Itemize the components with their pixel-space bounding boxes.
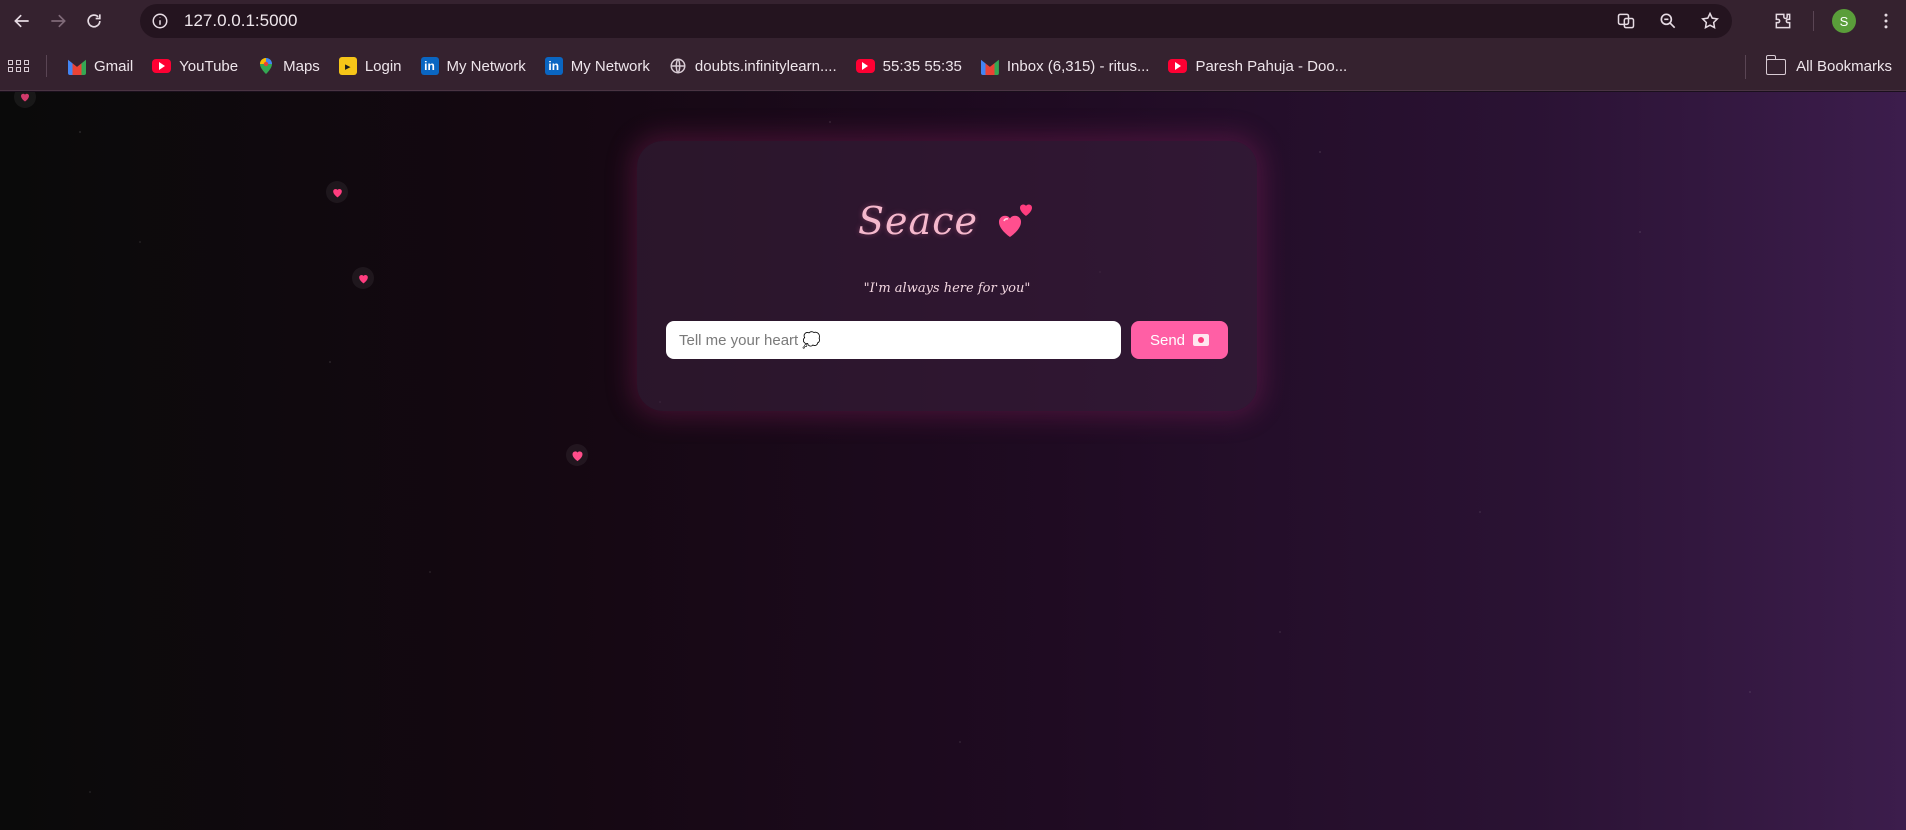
send-button[interactable]: Send (1131, 321, 1228, 359)
login-icon: ▸ (338, 57, 357, 75)
reload-button[interactable] (80, 7, 108, 35)
app-title: Seace (858, 199, 978, 243)
folder-icon (1765, 54, 1787, 75)
bookmark-label: My Network (570, 57, 650, 75)
bookmark-label: doubts.infinitylearn.... (694, 57, 837, 75)
bookmark-label: Maps (283, 57, 320, 75)
floating-heart-icon (352, 267, 374, 289)
bookmark-inbox[interactable]: Inbox (6,315) - ritus... (974, 51, 1157, 81)
bookmark-label: Inbox (6,315) - ritus... (1006, 57, 1150, 75)
bookmark-star-icon[interactable] (1698, 9, 1722, 33)
gmail-icon (980, 59, 999, 75)
youtube-icon (152, 59, 172, 73)
bookmark-label: YouTube (179, 57, 239, 75)
floating-heart-icon (566, 444, 588, 466)
send-label: Send (1149, 331, 1186, 349)
menu-kebab-icon[interactable] (1874, 9, 1898, 33)
apps-grid-icon[interactable] (8, 55, 30, 77)
bookmark-maps[interactable]: Maps (250, 51, 327, 81)
browser-toolbar: 127.0.0.1:5000 S (0, 0, 1906, 42)
linkedin-icon: in (544, 57, 563, 75)
gmail-icon (68, 59, 86, 75)
bookmark-my-network-2[interactable]: in My Network (538, 51, 657, 81)
chat-card: Seace "I'm always here for you" Send (637, 141, 1257, 411)
reload-icon (87, 14, 101, 28)
extensions-icon[interactable] (1771, 9, 1795, 33)
youtube-icon (855, 59, 875, 73)
translate-icon[interactable] (1614, 9, 1638, 33)
youtube-icon (1168, 59, 1188, 73)
back-arrow-icon (14, 14, 29, 28)
bookmark-doubts[interactable]: doubts.infinitylearn.... (662, 51, 844, 81)
toolbar-divider (1813, 11, 1814, 31)
bookmarks-bar: Gmail YouTube Maps ▸ Login in My Network… (0, 42, 1906, 91)
bookmark-label: 55:35 55:35 (882, 57, 962, 75)
bookmark-gmail[interactable]: Gmail (61, 51, 140, 81)
all-bookmarks-label: All Bookmarks (1796, 58, 1892, 75)
forward-arrow-icon (51, 14, 66, 28)
tagline: "I'm always here for you" (863, 281, 1031, 296)
brand-header: Seace (637, 199, 1257, 243)
url-text: 127.0.0.1:5000 (184, 11, 298, 30)
bookmark-label: My Network (446, 57, 526, 75)
all-bookmarks-button[interactable]: All Bookmarks (1765, 42, 1892, 91)
back-button[interactable] (8, 7, 36, 35)
bookmark-paresh[interactable]: Paresh Pahuja - Doo... (1161, 51, 1354, 81)
bookmarks-divider (1745, 55, 1746, 79)
linkedin-icon: in (420, 57, 439, 75)
love-letter-icon (1193, 334, 1210, 346)
globe-icon (669, 57, 687, 75)
zoom-icon[interactable] (1656, 9, 1680, 33)
maps-icon (257, 57, 275, 75)
bookmark-my-network-1[interactable]: in My Network (414, 51, 533, 81)
bookmark-label: Gmail (94, 57, 134, 75)
floating-heart-icon (326, 181, 348, 203)
message-input[interactable] (666, 321, 1121, 359)
two-hearts-icon (996, 201, 1036, 241)
profile-avatar[interactable]: S (1832, 9, 1856, 33)
bookmark-label: Paresh Pahuja - Doo... (1195, 57, 1348, 75)
bookmark-label: Login (364, 57, 402, 75)
bookmark-login[interactable]: ▸ Login (332, 51, 409, 81)
page-viewport: Seace "I'm always here for you" Send (0, 92, 1906, 830)
bookmark-video[interactable]: 55:35 55:35 (849, 51, 969, 81)
site-info-icon[interactable] (148, 9, 172, 33)
bookmarks-divider (46, 55, 47, 77)
address-bar[interactable]: 127.0.0.1:5000 (140, 4, 1732, 38)
forward-button[interactable] (44, 7, 72, 35)
bookmark-youtube[interactable]: YouTube (145, 51, 245, 81)
